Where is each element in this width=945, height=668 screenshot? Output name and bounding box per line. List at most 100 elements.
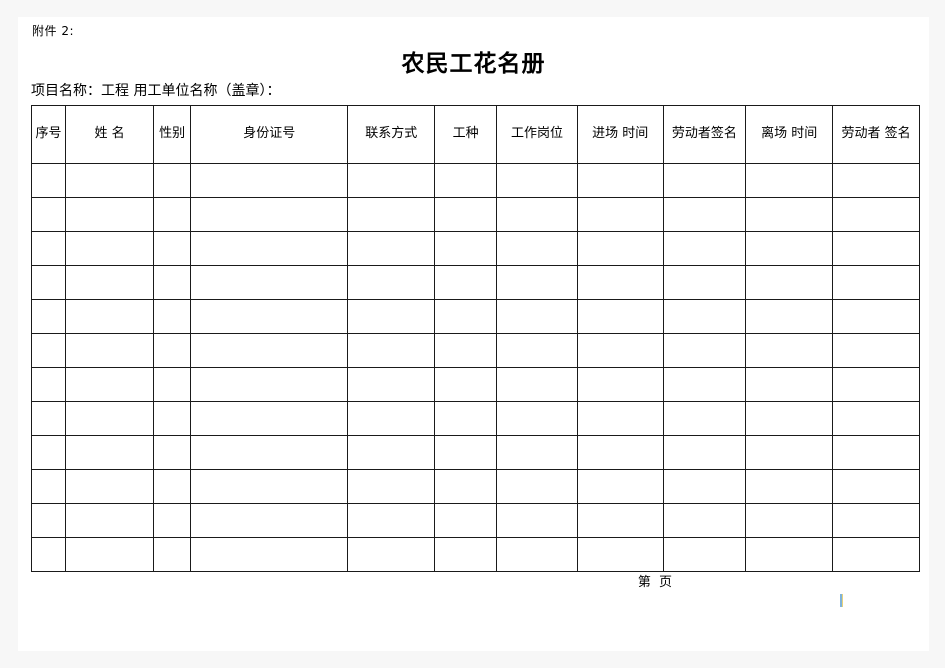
table-cell[interactable] (576, 469, 664, 504)
table-cell[interactable] (190, 401, 349, 436)
table-cell[interactable] (347, 231, 436, 266)
table-cell[interactable] (832, 163, 920, 198)
table-cell[interactable] (434, 265, 498, 300)
table-cell[interactable] (30, 265, 67, 300)
table-cell[interactable] (496, 163, 578, 198)
table-cell[interactable] (576, 163, 664, 198)
table-cell[interactable] (662, 401, 747, 436)
table-cell[interactable] (576, 401, 664, 436)
table-cell[interactable] (30, 367, 67, 402)
table-cell[interactable] (745, 231, 834, 266)
table-cell[interactable] (30, 197, 67, 232)
table-cell[interactable] (496, 469, 578, 504)
table-cell[interactable] (152, 537, 192, 572)
table-cell[interactable] (745, 401, 834, 436)
table-cell[interactable] (576, 435, 664, 470)
table-cell[interactable] (434, 435, 498, 470)
table-cell[interactable] (576, 367, 664, 402)
table-cell[interactable] (434, 163, 498, 198)
table-cell[interactable] (190, 197, 349, 232)
table-cell[interactable] (347, 435, 436, 470)
table-cell[interactable] (65, 537, 154, 572)
table-cell[interactable] (576, 231, 664, 266)
table-cell[interactable] (434, 231, 498, 266)
table-cell[interactable] (576, 197, 664, 232)
table-cell[interactable] (496, 435, 578, 470)
table-cell[interactable] (745, 367, 834, 402)
table-cell[interactable] (30, 299, 67, 334)
table-cell[interactable] (832, 401, 920, 436)
table-cell[interactable] (65, 503, 154, 538)
table-cell[interactable] (745, 333, 834, 368)
table-cell[interactable] (190, 299, 349, 334)
table-cell[interactable] (662, 367, 747, 402)
table-cell[interactable] (152, 503, 192, 538)
table-cell[interactable] (347, 163, 436, 198)
table-cell[interactable] (496, 367, 578, 402)
table-cell[interactable] (662, 537, 747, 572)
table-cell[interactable] (745, 435, 834, 470)
table-cell[interactable] (347, 299, 436, 334)
table-cell[interactable] (30, 333, 67, 368)
table-cell[interactable] (434, 367, 498, 402)
table-cell[interactable] (190, 231, 349, 266)
table-cell[interactable] (347, 197, 436, 232)
table-cell[interactable] (347, 265, 436, 300)
table-cell[interactable] (745, 503, 834, 538)
table-cell[interactable] (496, 503, 578, 538)
table-cell[interactable] (662, 469, 747, 504)
table-cell[interactable] (152, 401, 192, 436)
table-cell[interactable] (152, 299, 192, 334)
table-cell[interactable] (745, 537, 834, 572)
table-cell[interactable] (662, 503, 747, 538)
table-cell[interactable] (662, 231, 747, 266)
table-cell[interactable] (152, 231, 192, 266)
table-cell[interactable] (662, 197, 747, 232)
table-cell[interactable] (190, 469, 349, 504)
table-cell[interactable] (496, 197, 578, 232)
table-cell[interactable] (496, 537, 578, 572)
table-cell[interactable] (347, 503, 436, 538)
table-cell[interactable] (30, 503, 67, 538)
table-cell[interactable] (65, 469, 154, 504)
table-cell[interactable] (832, 367, 920, 402)
table-cell[interactable] (65, 265, 154, 300)
table-cell[interactable] (30, 537, 67, 572)
table-cell[interactable] (190, 367, 349, 402)
table-cell[interactable] (434, 299, 498, 334)
table-cell[interactable] (832, 299, 920, 334)
table-cell[interactable] (662, 435, 747, 470)
table-cell[interactable] (745, 197, 834, 232)
table-cell[interactable] (65, 401, 154, 436)
table-cell[interactable] (434, 537, 498, 572)
table-cell[interactable] (347, 333, 436, 368)
table-cell[interactable] (30, 435, 67, 470)
table-cell[interactable] (65, 367, 154, 402)
table-cell[interactable] (65, 333, 154, 368)
table-cell[interactable] (832, 469, 920, 504)
table-cell[interactable] (152, 163, 192, 198)
table-cell[interactable] (576, 333, 664, 368)
table-cell[interactable] (434, 197, 498, 232)
table-cell[interactable] (152, 265, 192, 300)
table-cell[interactable] (152, 197, 192, 232)
table-cell[interactable] (832, 197, 920, 232)
table-cell[interactable] (745, 469, 834, 504)
table-cell[interactable] (576, 503, 664, 538)
table-cell[interactable] (190, 163, 349, 198)
table-cell[interactable] (832, 265, 920, 300)
table-cell[interactable] (65, 435, 154, 470)
table-cell[interactable] (662, 163, 747, 198)
table-cell[interactable] (65, 197, 154, 232)
table-cell[interactable] (662, 299, 747, 334)
table-cell[interactable] (496, 231, 578, 266)
table-cell[interactable] (496, 401, 578, 436)
table-cell[interactable] (745, 299, 834, 334)
table-cell[interactable] (434, 503, 498, 538)
table-cell[interactable] (190, 537, 349, 572)
table-cell[interactable] (152, 435, 192, 470)
table-cell[interactable] (30, 401, 67, 436)
table-cell[interactable] (832, 435, 920, 470)
table-cell[interactable] (190, 435, 349, 470)
table-cell[interactable] (832, 503, 920, 538)
